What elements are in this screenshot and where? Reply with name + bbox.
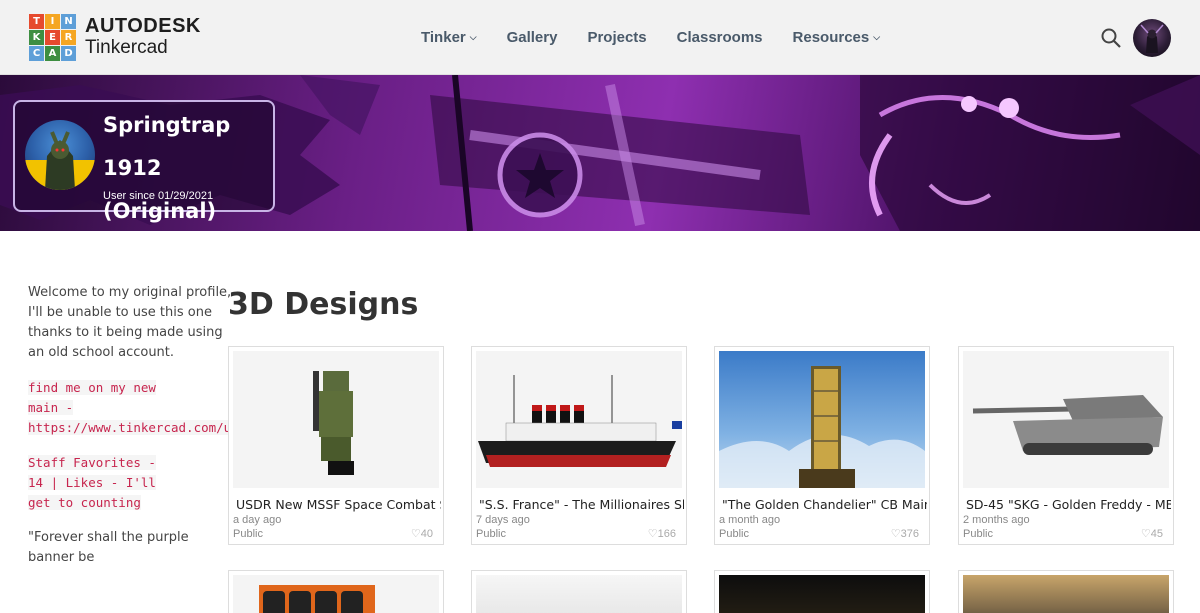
nav-projects[interactable]: Projects	[587, 29, 646, 46]
design-card[interactable]	[958, 570, 1174, 613]
design-card[interactable]: "S.S. France" - The Millionaires Sh 7 da…	[471, 346, 687, 545]
design-thumbnail	[963, 351, 1169, 488]
design-visibility: Public	[719, 528, 749, 540]
design-visibility: Public	[233, 528, 263, 540]
brand-tinkercad: Tinkercad	[85, 37, 168, 58]
search-icon[interactable]	[1101, 28, 1121, 48]
design-visibility: Public	[963, 528, 993, 540]
design-likes: ♡40	[410, 528, 433, 540]
heart-icon: ♡	[890, 528, 901, 540]
design-thumbnail	[963, 575, 1169, 613]
design-card[interactable]: "The Golden Chandelier" CB Main a month …	[714, 346, 930, 545]
main-nav: Tinker ⌵ Gallery Projects Classrooms Reso…	[421, 29, 910, 46]
design-card[interactable]: SD-45 "SKG - Golden Freddy - MBT 2 month…	[958, 346, 1174, 545]
nav-classrooms[interactable]: Classrooms	[677, 29, 763, 46]
bio-link-code[interactable]: find me on my new main - https://www.tin…	[28, 378, 244, 438]
design-card[interactable]	[228, 570, 444, 613]
bio-quote: "Forever shall the purple banner be	[28, 530, 189, 565]
design-thumbnail	[719, 575, 925, 613]
design-title[interactable]: "S.S. France" - The Millionaires Sh	[479, 497, 684, 512]
user-avatar[interactable]	[1133, 19, 1171, 57]
design-time: 7 days ago	[476, 514, 530, 526]
bio-staff-code: Staff Favorites - 14 | Likes - I'll get …	[28, 455, 156, 510]
design-thumbnail	[719, 351, 925, 488]
design-likes: ♡45	[1140, 528, 1163, 540]
bio-intro: Welcome to my original profile, I'll be …	[28, 285, 232, 360]
design-likes: ♡376	[890, 528, 919, 540]
design-card[interactable]	[714, 570, 930, 613]
logo-letter: C	[29, 46, 44, 61]
design-card[interactable]	[471, 570, 687, 613]
nav-resources[interactable]: Resources ⌵	[793, 29, 881, 46]
logo-letter: I	[45, 14, 60, 29]
brand-autodesk: AUTODESK	[85, 15, 201, 37]
nav-tinker[interactable]: Tinker ⌵	[421, 29, 477, 46]
design-thumbnail	[476, 351, 682, 488]
logo-letter: D	[61, 46, 76, 61]
brand-wordmark[interactable]: AUTODESK Tinkercad	[85, 15, 201, 59]
logo-letter: R	[61, 30, 76, 45]
design-time: a month ago	[719, 514, 781, 526]
heart-icon: ♡	[1140, 528, 1151, 540]
top-navigation-bar: TIN KER CAD AUTODESK Tinkercad Tinker ⌵ Gal…	[0, 0, 1200, 75]
logo-letter: E	[45, 30, 60, 45]
design-time: a day ago	[233, 514, 282, 526]
tinkercad-logo[interactable]: TIN KER CAD	[29, 14, 76, 61]
design-likes: ♡166	[647, 528, 676, 540]
design-time: 2 months ago	[963, 514, 1030, 526]
member-since: User since 01/29/2021	[103, 190, 214, 202]
nav-gallery[interactable]: Gallery	[507, 29, 558, 46]
logo-letter: K	[29, 30, 44, 45]
heart-icon: ♡	[647, 528, 658, 540]
profile-card: Springtrap 1912 (Original) User since 01…	[13, 100, 275, 223]
section-title: 3D Designs	[228, 287, 419, 322]
design-thumbnail	[476, 575, 682, 613]
design-title[interactable]: SD-45 "SKG - Golden Freddy - MBT	[966, 497, 1171, 512]
logo-letter: T	[29, 14, 44, 29]
design-title[interactable]: USDR New MSSF Space Combat Su	[236, 497, 441, 512]
design-thumbnail	[233, 575, 439, 613]
logo-letter: A	[45, 46, 60, 61]
design-card[interactable]: USDR New MSSF Space Combat Su a day ago …	[228, 346, 444, 545]
profile-name: Springtrap 1912 (Original)	[103, 113, 231, 223]
profile-bio: Welcome to my original profile, I'll be …	[28, 283, 239, 568]
design-thumbnail	[233, 351, 439, 488]
logo-letter: N	[61, 14, 76, 29]
chevron-down-icon: ⌵	[873, 32, 881, 42]
design-visibility: Public	[476, 528, 506, 540]
design-title[interactable]: "The Golden Chandelier" CB Main	[722, 497, 927, 512]
heart-icon: ♡	[410, 528, 421, 540]
profile-avatar	[25, 120, 95, 190]
chevron-down-icon: ⌵	[469, 32, 477, 42]
